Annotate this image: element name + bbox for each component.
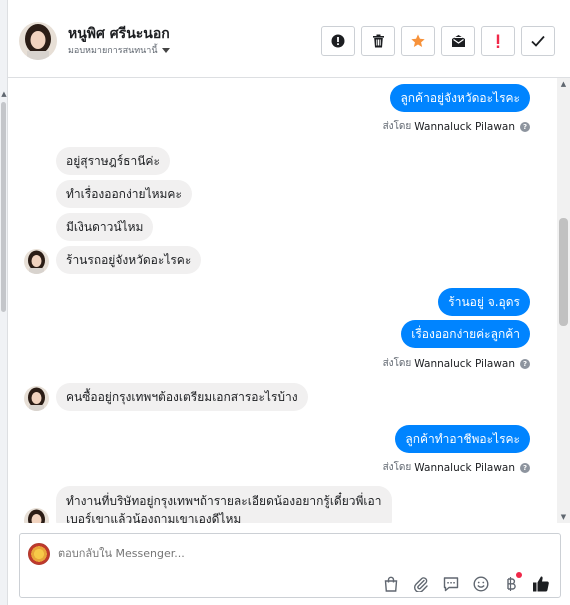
info-icon[interactable]: ? (520, 358, 530, 369)
conversation-actions (321, 26, 555, 56)
exclamation-circle-icon (331, 34, 345, 48)
reply-input[interactable] (58, 547, 378, 560)
mark-done-button[interactable] (521, 26, 555, 56)
scroll-down-arrow-icon[interactable]: ▼ (557, 513, 570, 521)
red-exclamation-icon (496, 34, 500, 48)
thumbs-up-icon (533, 576, 549, 592)
like-button[interactable] (531, 574, 551, 594)
scroll-up-arrow-icon[interactable]: ▲ (0, 90, 8, 98)
payment-button[interactable] (501, 572, 522, 594)
sent-by-prefix: ส่งโดย (382, 462, 412, 473)
outgoing-message[interactable]: ลูกค้าทำอาชีพอะไรคะ (395, 425, 530, 453)
page-logo (28, 543, 50, 565)
attach-button[interactable] (411, 574, 431, 594)
incoming-message[interactable]: ร้านรถอยู่จังหวัดอะไรคะ (56, 246, 202, 274)
outgoing-message[interactable]: ลูกค้าอยู่จังหวัดอะไรคะ (390, 84, 530, 112)
sent-by-agent[interactable]: Wannaluck Pilawan (414, 358, 515, 370)
sent-by-prefix: ส่งโดย (382, 358, 412, 369)
mark-spam-button[interactable] (321, 26, 355, 56)
quick-reply-button[interactable] (441, 574, 461, 594)
sent-by-agent[interactable]: Wannaluck Pilawan (414, 462, 515, 474)
scroll-up-arrow-icon[interactable]: ▲ (557, 80, 570, 88)
contact-avatar-small[interactable] (24, 386, 49, 411)
left-scrollbar-thumb[interactable] (1, 102, 6, 312)
emoji-button[interactable] (471, 574, 491, 594)
envelope-icon (451, 35, 465, 47)
assign-conversation-dropdown[interactable]: มอบหมายการสนทนานี้ (68, 43, 170, 57)
caret-down-icon (161, 48, 170, 53)
incoming-message[interactable]: ทำเรื่องออกง่ายไหมคะ (56, 180, 192, 208)
message-composer (19, 533, 561, 598)
incoming-message[interactable]: มีเงินดาวน์ไหม (56, 213, 154, 241)
thread-scrollbar[interactable]: ▲ ▼ (557, 78, 570, 523)
check-icon (531, 35, 545, 47)
outgoing-message[interactable]: เรื่องออกง่ายค่ะลูกค้า (401, 320, 530, 348)
contact-avatar-small[interactable] (24, 249, 49, 274)
sent-by-line: ส่งโดย Wannaluck Pilawan ? (383, 119, 530, 134)
incoming-message[interactable]: ทำงานที่บริษัทอยู่กรุงเทพฯถ้ารายละเอียดน… (56, 486, 392, 523)
star-icon (411, 34, 425, 47)
sent-by-agent[interactable]: Wannaluck Pilawan (414, 121, 515, 133)
paperclip-icon (413, 577, 428, 592)
delete-button[interactable] (361, 26, 395, 56)
incoming-message[interactable]: อยู่สุราษฎร์ธานีค่ะ (56, 147, 170, 175)
sent-by-prefix: ส่งโดย (382, 121, 412, 132)
notification-dot (516, 572, 522, 578)
left-panel-edge: ▲ (0, 0, 8, 605)
mark-unread-button[interactable] (441, 26, 475, 56)
message-thread[interactable]: ลูกค้าอยู่จังหวัดอะไรคะ ส่งโดย Wannaluck… (8, 78, 557, 523)
sent-by-line: ส่งโดย Wannaluck Pilawan ? (383, 460, 530, 475)
info-icon[interactable]: ? (520, 462, 530, 473)
scrollbar-thumb[interactable] (559, 218, 568, 326)
emoji-icon (473, 576, 489, 592)
incoming-message[interactable]: คนซื้ออยู่กรุงเทพฯต้องเตรียมเอกสารอะไรบ้… (56, 383, 308, 411)
sent-by-line: ส่งโดย Wannaluck Pilawan ? (383, 356, 530, 371)
contact-avatar[interactable] (19, 22, 57, 60)
outgoing-message[interactable]: ร้านอยู่ จ.อุดร (438, 288, 530, 316)
quick-reply-icon (443, 577, 459, 592)
shopping-bag-icon (384, 576, 398, 592)
shopping-bag-button[interactable] (381, 574, 401, 594)
info-icon[interactable]: ? (520, 121, 530, 132)
composer-tools (381, 572, 551, 594)
star-button[interactable] (401, 26, 435, 56)
contact-name[interactable]: หนูพิศ ศรีนะนอก (68, 23, 170, 45)
follow-up-button[interactable] (481, 26, 515, 56)
baht-payment-icon (507, 577, 516, 591)
contact-avatar-small[interactable] (24, 508, 49, 523)
assign-label: มอบหมายการสนทนานี้ (68, 46, 158, 56)
trash-icon (372, 34, 384, 48)
conversation-header: หนูพิศ ศรีนะนอก มอบหมายการสนทนานี้ (8, 0, 570, 78)
